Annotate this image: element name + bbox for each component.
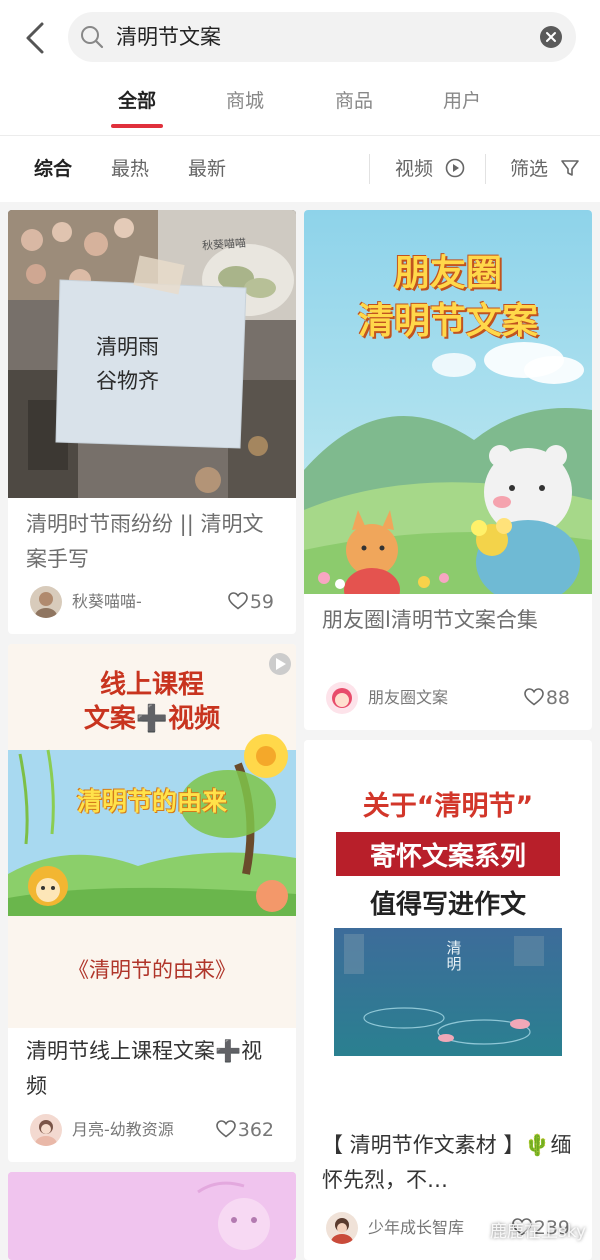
watermark: 鹿鹿在上sky [469, 1217, 586, 1242]
like-button[interactable]: 362 [215, 1114, 274, 1146]
filter-label: 筛选 [510, 158, 549, 180]
clear-search-button[interactable] [540, 26, 562, 48]
avatar-image [30, 586, 62, 618]
divider [485, 154, 486, 184]
active-tab-indicator [111, 124, 163, 128]
back-arrow-icon [26, 22, 44, 54]
tab-all[interactable]: 全部 [105, 84, 169, 118]
avatar[interactable] [30, 586, 62, 618]
card-title: 清明节线上课程文案➕视频 [26, 1039, 263, 1098]
card-title: 朋友圈l清明节文案合集 [322, 608, 538, 632]
feed-card[interactable]: 清明雨 谷物齐 秋葵喵喵 清明时节雨纷纷 || 清明文案手写 秋葵喵喵- 59 [8, 210, 296, 634]
video-filter-label: 视频 [395, 158, 434, 180]
poster-subtitle: 值得写进作文 [369, 890, 526, 920]
poster-title-line: 朋友圈 [393, 253, 502, 294]
card-title: 【 清明节作文素材 】🌵缅怀先烈，不… [322, 1133, 572, 1192]
avatar-image [326, 682, 358, 714]
author-name[interactable]: 秋葵喵喵- [72, 586, 142, 618]
pond-caption: 清明 [446, 939, 462, 973]
sort-comprehensive[interactable]: 综合 [34, 152, 72, 186]
like-count: 59 [249, 591, 274, 613]
tab-mall[interactable]: 商城 [213, 84, 277, 118]
filter-button[interactable]: 筛选 [510, 152, 580, 186]
poster-title: 关于“清明节” [362, 791, 534, 822]
top-bar: 清明节文案 [0, 0, 600, 72]
author-row: 月亮-幼教资源 362 [26, 1114, 282, 1148]
feed-card[interactable]: 线上课程 文案➕视频 清明节的由来 《清明节的由来》 清明节线上课程文案➕视频 … [8, 644, 296, 1162]
back-button[interactable] [18, 18, 52, 58]
sort-newest[interactable]: 最新 [188, 152, 226, 186]
author-name[interactable]: 朋友圈文案 [368, 682, 448, 714]
like-count: 362 [237, 1119, 274, 1141]
note-text-line: 清明雨 [96, 335, 159, 359]
watermark-text: 鹿鹿在上sky [489, 1222, 586, 1242]
avatar-image [326, 1212, 358, 1244]
author-row: 朋友圈文案 88 [322, 682, 578, 716]
card-thumbnail [8, 1172, 296, 1260]
note-text: 清明雨 谷物齐 [96, 330, 159, 398]
author-row: 秋葵喵喵- 59 [26, 586, 282, 620]
close-icon [546, 32, 556, 42]
search-input[interactable]: 清明节文案 [68, 12, 576, 62]
watermark-logo-icon [469, 1226, 487, 1238]
card-thumbnail: 关于“清明节” 寄怀文案系列 值得写进作文 清明 [304, 740, 592, 1124]
like-button[interactable]: 88 [524, 682, 570, 714]
author-name[interactable]: 少年成长智库 [368, 1212, 464, 1244]
poster-banner-text: 寄怀文案系列 [369, 842, 526, 872]
search-query-text: 清明节文案 [116, 25, 221, 49]
play-circle-icon [445, 158, 465, 178]
feed-card[interactable]: 朋友圈 清明节文案 朋友圈l清明节文案合集 朋友圈文案 88 [304, 210, 592, 730]
avatar[interactable] [326, 682, 358, 714]
poster-subtitle: 清明节的由来 [76, 787, 227, 816]
heart-icon [228, 592, 248, 610]
video-filter-button[interactable]: 视频 [395, 152, 465, 186]
search-icon [81, 26, 104, 49]
poster-title-line: 文案➕视频 [83, 704, 221, 734]
heart-icon [524, 688, 544, 706]
author-name[interactable]: 月亮-幼教资源 [72, 1114, 174, 1146]
poster-title: 朋友圈 清明节文案 [304, 250, 592, 346]
tab-products[interactable]: 商品 [322, 84, 386, 118]
feed-card[interactable]: 关于“清明节” 寄怀文案系列 值得写进作文 清明 【 清明节作文素材 】🌵缅怀先… [304, 740, 592, 1260]
avatar-image [30, 1114, 62, 1146]
avatar[interactable] [30, 1114, 62, 1146]
avatar[interactable] [326, 1212, 358, 1244]
divider [369, 154, 370, 184]
card-thumbnail: 清明雨 谷物齐 秋葵喵喵 [8, 210, 296, 498]
funnel-icon [561, 160, 579, 176]
card-thumbnail: 朋友圈 清明节文案 [304, 210, 592, 594]
corner-handwriting: 秋葵喵喵 [201, 236, 247, 253]
category-tabs: 全部 商城 商品 用户 [0, 72, 600, 136]
card-title: 清明时节雨纷纷 || 清明文案手写 [26, 512, 264, 571]
feed-card[interactable] [8, 1172, 296, 1260]
sort-filter-bar: 综合 最热 最新 视频 筛选 [0, 136, 600, 202]
card-thumbnail: 线上课程 文案➕视频 清明节的由来 《清明节的由来》 [8, 644, 296, 1028]
tab-users[interactable]: 用户 [430, 84, 494, 118]
poster-title: 线上课程 文案➕视频 [8, 668, 296, 736]
poster-title-line: 线上课程 [99, 670, 204, 700]
like-button[interactable]: 59 [228, 586, 274, 618]
note-text-line: 谷物齐 [96, 369, 159, 393]
poster-caption: 《清明节的由来》 [68, 958, 236, 982]
like-count: 88 [545, 687, 570, 709]
poster-title-line: 清明节文案 [357, 301, 538, 342]
sort-hottest[interactable]: 最热 [111, 152, 149, 186]
heart-icon [215, 1120, 236, 1138]
